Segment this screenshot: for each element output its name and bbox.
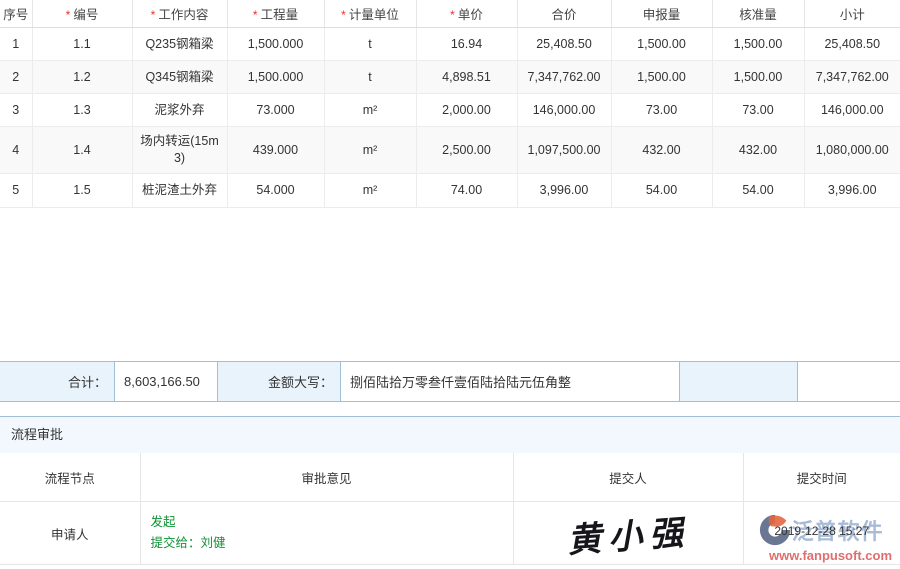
cell-work-content: Q345钢箱梁 bbox=[132, 61, 227, 94]
cell-serial: 2 bbox=[0, 61, 32, 94]
cell-unit-price: 2,000.00 bbox=[416, 94, 517, 127]
required-mark: * bbox=[66, 8, 71, 22]
col-header-submitter: 提交人 bbox=[513, 453, 743, 502]
cell-declared-qty: 54.00 bbox=[611, 174, 712, 208]
col-header-flow-node: 流程节点 bbox=[0, 453, 140, 502]
cell-work-content: 桩泥渣土外弃 bbox=[132, 174, 227, 208]
cell-declared-qty: 432.00 bbox=[611, 127, 712, 174]
table-row: 3 1.3 泥浆外弃 73.000 m² 2,000.00 146,000.00… bbox=[0, 94, 900, 127]
table-row: 4 1.4 场内转运(15m3) 439.000 m² 2,500.00 1,0… bbox=[0, 127, 900, 174]
col-header-submit-time: 提交时间 bbox=[743, 453, 900, 502]
cell-approved-qty: 1,500.00 bbox=[712, 28, 804, 61]
cell-work-content: Q235钢箱梁 bbox=[132, 28, 227, 61]
submitter-cell: 黄小强 bbox=[513, 502, 743, 565]
cell-declared-qty: 1,500.00 bbox=[611, 28, 712, 61]
cell-number: 1.5 bbox=[32, 174, 132, 208]
summary-empty-cell bbox=[798, 362, 900, 401]
table-row: 5 1.5 桩泥渣土外弃 54.000 m² 74.00 3,996.00 54… bbox=[0, 174, 900, 208]
summary-bar: 合计： 8,603,166.50 金额大写： 捌佰陆拾万零叁仟壹佰陆拾陆元伍角整 bbox=[0, 361, 900, 402]
col-header-approved-qty: 核准量 bbox=[712, 0, 804, 28]
cell-quantity: 1,500.000 bbox=[227, 28, 324, 61]
cell-quantity: 439.000 bbox=[227, 127, 324, 174]
cell-subtotal: 146,000.00 bbox=[804, 94, 900, 127]
cell-subtotal: 1,080,000.00 bbox=[804, 127, 900, 174]
approval-table: 流程节点 审批意见 提交人 提交时间 申请人 发起 提交给：刘健 黄小强 bbox=[0, 453, 900, 565]
flow-node-cell: 申请人 bbox=[0, 502, 140, 565]
empty-space bbox=[0, 402, 900, 416]
cell-unit: t bbox=[324, 61, 416, 94]
total-amount-field[interactable]: 8,603,166.50 bbox=[115, 362, 218, 401]
cell-quantity: 54.000 bbox=[227, 174, 324, 208]
cell-unit-price: 2,500.00 bbox=[416, 127, 517, 174]
cell-quantity: 73.000 bbox=[227, 94, 324, 127]
col-header-unit: *计量单位 bbox=[324, 0, 416, 28]
col-header-serial: 序号 bbox=[0, 0, 32, 28]
cell-declared-qty: 1,500.00 bbox=[611, 61, 712, 94]
cell-work-content: 泥浆外弃 bbox=[132, 94, 227, 127]
cell-number: 1.2 bbox=[32, 61, 132, 94]
approval-section-title: 流程审批 bbox=[0, 416, 900, 453]
cell-unit-price: 4,898.51 bbox=[416, 61, 517, 94]
table-row: 1 1.1 Q235钢箱梁 1,500.000 t 16.94 25,408.5… bbox=[0, 28, 900, 61]
col-header-unit-price: *单价 bbox=[416, 0, 517, 28]
cell-approved-qty: 73.00 bbox=[712, 94, 804, 127]
cell-work-content: 场内转运(15m3) bbox=[132, 127, 227, 174]
submitter-signature: 黄小强 bbox=[565, 504, 691, 561]
cell-subtotal: 25,408.50 bbox=[804, 28, 900, 61]
amount-in-words-field[interactable]: 捌佰陆拾万零叁仟壹佰陆拾陆元伍角整 bbox=[341, 362, 680, 401]
cell-unit-price: 16.94 bbox=[416, 28, 517, 61]
cell-number: 1.4 bbox=[32, 127, 132, 174]
approval-header-row: 流程节点 审批意见 提交人 提交时间 bbox=[0, 453, 900, 502]
cell-declared-qty: 73.00 bbox=[611, 94, 712, 127]
opinion-submitted-to-text: 提交给：刘健 bbox=[151, 533, 512, 554]
boq-table: 序号 *编号 *工作内容 *工程量 *计量单位 *单价 合价 申报量 核准量 小… bbox=[0, 0, 900, 208]
col-header-number: *编号 bbox=[32, 0, 132, 28]
cell-unit: m² bbox=[324, 127, 416, 174]
table-row: 2 1.2 Q345钢箱梁 1,500.000 t 4,898.51 7,347… bbox=[0, 61, 900, 94]
cell-total-price: 7,347,762.00 bbox=[517, 61, 611, 94]
cell-number: 1.1 bbox=[32, 28, 132, 61]
cell-serial: 4 bbox=[0, 127, 32, 174]
cell-total-price: 146,000.00 bbox=[517, 94, 611, 127]
col-header-quantity: *工程量 bbox=[227, 0, 324, 28]
cell-approved-qty: 432.00 bbox=[712, 127, 804, 174]
approval-opinion-cell: 发起 提交给：刘健 bbox=[140, 502, 513, 565]
cell-total-price: 25,408.50 bbox=[517, 28, 611, 61]
cell-unit: m² bbox=[324, 94, 416, 127]
cell-unit-price: 74.00 bbox=[416, 174, 517, 208]
col-header-work-content: *工作内容 bbox=[132, 0, 227, 28]
submit-time-cell: 泛普软件 www.fanpusoft.com 2019-12-28 15:27 bbox=[743, 502, 900, 565]
total-label: 合计： bbox=[0, 362, 115, 401]
cell-total-price: 3,996.00 bbox=[517, 174, 611, 208]
col-header-approval-opinion: 审批意见 bbox=[140, 453, 513, 502]
empty-space bbox=[0, 208, 900, 361]
watermark-url-text: www.fanpusoft.com bbox=[756, 548, 900, 563]
opinion-initiate-text: 发起 bbox=[151, 512, 512, 533]
cell-total-price: 1,097,500.00 bbox=[517, 127, 611, 174]
required-mark: * bbox=[253, 8, 258, 22]
required-mark: * bbox=[450, 8, 455, 22]
approval-row: 申请人 发起 提交给：刘健 黄小强 泛普软件 www.fanpu bbox=[0, 502, 900, 565]
cell-subtotal: 3,996.00 bbox=[804, 174, 900, 208]
summary-empty-cell bbox=[680, 362, 798, 401]
cell-serial: 3 bbox=[0, 94, 32, 127]
submit-timestamp: 2019-12-28 15:27 bbox=[774, 524, 869, 538]
cell-subtotal: 7,347,762.00 bbox=[804, 61, 900, 94]
col-header-declared-qty: 申报量 bbox=[611, 0, 712, 28]
table-header-row: 序号 *编号 *工作内容 *工程量 *计量单位 *单价 合价 申报量 核准量 小… bbox=[0, 0, 900, 28]
col-header-total-price: 合价 bbox=[517, 0, 611, 28]
cell-approved-qty: 1,500.00 bbox=[712, 61, 804, 94]
cell-quantity: 1,500.000 bbox=[227, 61, 324, 94]
cell-unit: t bbox=[324, 28, 416, 61]
required-mark: * bbox=[151, 8, 156, 22]
cell-serial: 5 bbox=[0, 174, 32, 208]
cell-serial: 1 bbox=[0, 28, 32, 61]
cell-unit: m² bbox=[324, 174, 416, 208]
amount-in-words-label: 金额大写： bbox=[218, 362, 341, 401]
cell-number: 1.3 bbox=[32, 94, 132, 127]
cell-approved-qty: 54.00 bbox=[712, 174, 804, 208]
col-header-subtotal: 小计 bbox=[804, 0, 900, 28]
required-mark: * bbox=[341, 8, 346, 22]
